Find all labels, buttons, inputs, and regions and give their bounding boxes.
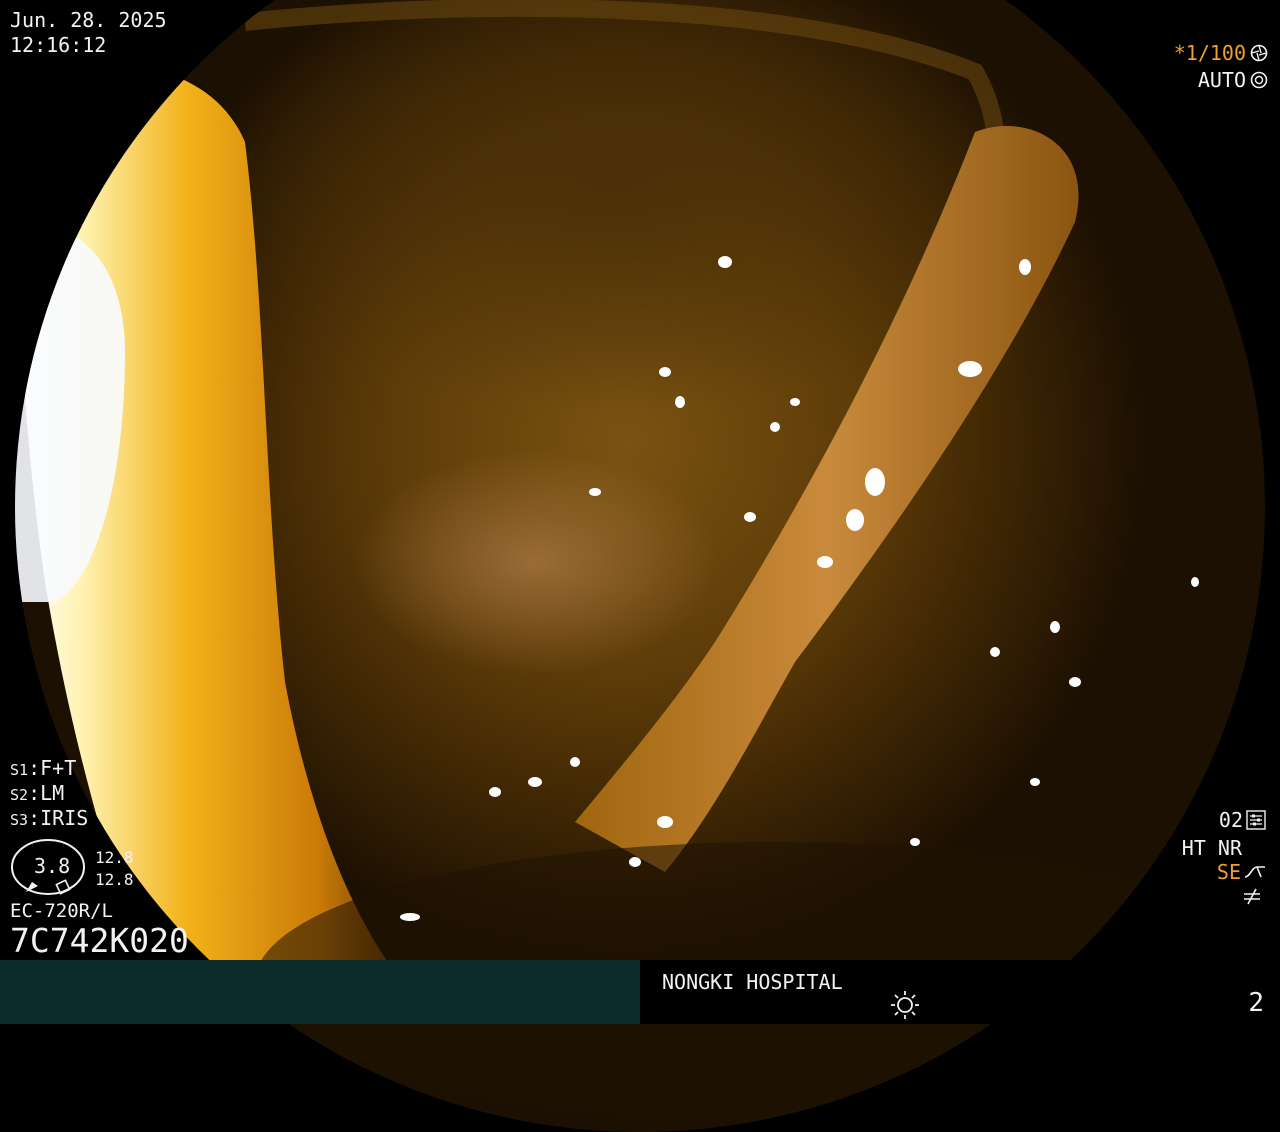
zoom-upper: 12.8 bbox=[95, 848, 134, 867]
switch-key: S3 bbox=[10, 811, 29, 829]
footer-right-panel: NONGKI HOSPITAL 2 bbox=[640, 960, 1280, 1024]
structure-enhancement: SE bbox=[1217, 862, 1266, 882]
exposure-mode: AUTO bbox=[1197, 68, 1246, 92]
switch-value: LM bbox=[40, 781, 65, 805]
switch-item: S1 : F+T bbox=[10, 756, 77, 780]
enhancement-modes: HT NR bbox=[1181, 836, 1242, 860]
switch-value: F+T bbox=[40, 756, 77, 780]
scope-serial: 7C742K020 bbox=[10, 921, 189, 960]
page-number: 2 bbox=[1248, 988, 1264, 1018]
time-label: 12:16:12 bbox=[10, 33, 107, 57]
switch-value: IRIS bbox=[40, 806, 89, 830]
settings-sliders-icon bbox=[1246, 810, 1266, 830]
signal-curve-icon bbox=[1244, 866, 1265, 878]
enhancement-level-value: 02 bbox=[1218, 808, 1243, 832]
shutter-indicator: *1/100 bbox=[1174, 43, 1268, 63]
footer-left-panel bbox=[0, 960, 640, 1024]
zoom-lower: 12.8 bbox=[95, 870, 134, 889]
shutter-icon bbox=[1250, 44, 1268, 62]
switch-list: S1 : F+T S2 : LM S3 : IRIS bbox=[10, 758, 88, 833]
shutter-value: *1/100 bbox=[1173, 41, 1246, 65]
zoom-value: 3.8 bbox=[34, 854, 71, 878]
switch-key: S2 bbox=[10, 786, 29, 804]
enhancement-level: 02 bbox=[1219, 810, 1266, 830]
hospital-name: NONGKI HOSPITAL bbox=[662, 970, 843, 994]
switch-item: S2 : LM bbox=[10, 781, 65, 805]
not-equal-icon bbox=[1244, 888, 1260, 905]
se-label: SE bbox=[1216, 860, 1241, 884]
iris-icon bbox=[1250, 71, 1268, 89]
light-source-icon bbox=[891, 991, 919, 1019]
exposure-indicator: AUTO bbox=[1198, 70, 1268, 90]
switch-item: S3 : IRIS bbox=[10, 806, 89, 830]
scope-model: EC-720R/L bbox=[10, 900, 113, 922]
switch-key: S1 bbox=[10, 761, 29, 779]
date-label: Jun. 28. 2025 bbox=[10, 8, 167, 32]
